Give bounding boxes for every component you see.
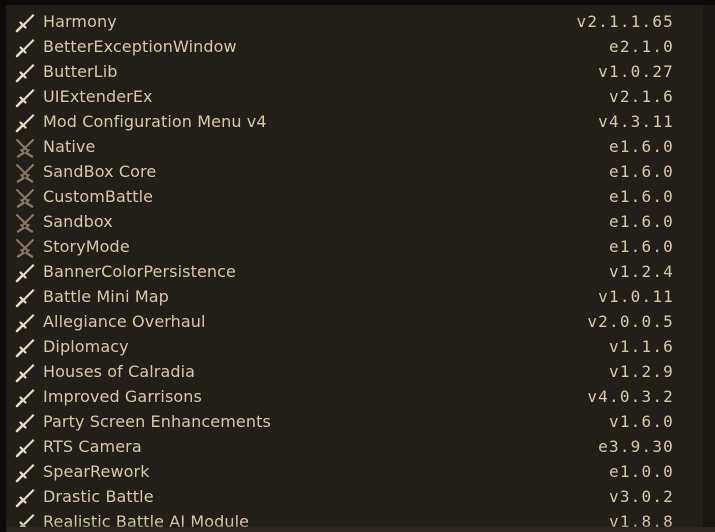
mod-version: e3.9.30 — [598, 437, 674, 456]
mod-name: SpearRework — [43, 462, 150, 481]
crossed-swords-icon — [14, 212, 36, 234]
mod-version: v2.1.6 — [609, 87, 674, 106]
crossed-swords-icon — [14, 137, 36, 159]
mod-version: v3.0.2 — [609, 487, 674, 506]
mod-name: Drastic Battle — [43, 487, 154, 506]
mod-row[interactable]: Drastic Battle v3.0.2 — [12, 485, 702, 510]
mod-name: Battle Mini Map — [43, 287, 169, 306]
sword-icon — [14, 62, 36, 84]
mod-row[interactable]: CustomBattle e1.6.0 — [12, 185, 702, 210]
mod-list: Harmony v2.1.1.65 BetterExceptionWindow e2.… — [12, 10, 702, 532]
mod-name: Diplomacy — [43, 337, 129, 356]
mod-row[interactable]: SpearRework e1.0.0 — [12, 460, 702, 485]
mod-version: v1.0.27 — [598, 62, 674, 81]
sword-icon — [14, 112, 36, 134]
mod-version: e2.1.0 — [609, 37, 674, 56]
mod-name: StoryMode — [43, 237, 130, 256]
mod-row[interactable]: StoryMode e1.6.0 — [12, 235, 702, 260]
crossed-swords-icon — [14, 187, 36, 209]
mod-name: Native — [43, 137, 96, 156]
sword-icon — [14, 387, 36, 409]
mod-row[interactable]: Mod Configuration Menu v4 v4.3.11 — [12, 110, 702, 135]
mod-name: Sandbox — [43, 212, 113, 231]
mod-version: e1.6.0 — [609, 162, 674, 181]
mod-name: RTS Camera — [43, 437, 142, 456]
mod-name: ButterLib — [43, 62, 118, 81]
mod-name: Harmony — [43, 12, 117, 31]
mod-list-panel: Harmony v2.1.1.65 BetterExceptionWindow e2.… — [6, 5, 709, 532]
mod-row[interactable]: SandBox Core e1.6.0 — [12, 160, 702, 185]
sword-icon — [14, 87, 36, 109]
sword-icon — [14, 312, 36, 334]
mod-name: Mod Configuration Menu v4 — [43, 112, 267, 131]
mod-row[interactable]: Native e1.6.0 — [12, 135, 702, 160]
mod-version: e1.6.0 — [609, 237, 674, 256]
mod-version: v1.0.11 — [598, 287, 674, 306]
mod-name: BannerColorPersistence — [43, 262, 236, 281]
mod-version: e1.6.0 — [609, 212, 674, 231]
mod-name: BetterExceptionWindow — [43, 37, 237, 56]
crossed-swords-icon — [14, 237, 36, 259]
mod-version: v1.2.4 — [609, 262, 674, 281]
mod-row[interactable]: BetterExceptionWindow e2.1.0 — [12, 35, 702, 60]
mod-row[interactable]: UIExtenderEx v2.1.6 — [12, 85, 702, 110]
mod-list-window: Harmony v2.1.1.65 BetterExceptionWindow e2.… — [0, 0, 715, 532]
sword-icon — [14, 337, 36, 359]
mod-version: v1.2.9 — [609, 362, 674, 381]
mod-version: e1.6.0 — [609, 137, 674, 156]
sword-icon — [14, 437, 36, 459]
mod-version: e1.0.0 — [609, 462, 674, 481]
mod-row[interactable]: Improved Garrisons v4.0.3.2 — [12, 385, 702, 410]
mod-version: v2.0.0.5 — [587, 312, 674, 331]
mod-name: Allegiance Overhaul — [43, 312, 206, 331]
mod-version: e1.6.0 — [609, 187, 674, 206]
mod-name: CustomBattle — [43, 187, 154, 206]
mod-name: UIExtenderEx — [43, 87, 153, 106]
bottom-edge — [6, 527, 715, 532]
mod-row[interactable]: BannerColorPersistence v1.2.4 — [12, 260, 702, 285]
mod-row[interactable]: Sandbox e1.6.0 — [12, 210, 702, 235]
mod-version: v1.6.0 — [609, 412, 674, 431]
mod-row[interactable]: Diplomacy v1.1.6 — [12, 335, 702, 360]
mod-name: Party Screen Enhancements — [43, 412, 271, 431]
scrollbar[interactable] — [703, 5, 715, 532]
mod-name: Houses of Calradia — [43, 362, 196, 381]
mod-row[interactable]: Party Screen Enhancements v1.6.0 — [12, 410, 702, 435]
mod-name: SandBox Core — [43, 162, 157, 181]
sword-icon — [14, 462, 36, 484]
sword-icon — [14, 12, 36, 34]
crossed-swords-icon — [14, 162, 36, 184]
mod-row[interactable]: ButterLib v1.0.27 — [12, 60, 702, 85]
mod-row[interactable]: Harmony v2.1.1.65 — [12, 10, 702, 35]
mod-row[interactable]: Houses of Calradia v1.2.9 — [12, 360, 702, 385]
mod-version: v4.3.11 — [598, 112, 674, 131]
mod-row[interactable]: RTS Camera e3.9.30 — [12, 435, 702, 460]
sword-icon — [14, 362, 36, 384]
mod-row[interactable]: Battle Mini Map v1.0.11 — [12, 285, 702, 310]
sword-icon — [14, 37, 36, 59]
sword-icon — [14, 287, 36, 309]
sword-icon — [14, 487, 36, 509]
mod-row[interactable]: Allegiance Overhaul v2.0.0.5 — [12, 310, 702, 335]
sword-icon — [14, 412, 36, 434]
mod-version: v2.1.1.65 — [576, 12, 674, 31]
mod-name: Improved Garrisons — [43, 387, 202, 406]
mod-version: v1.1.6 — [609, 337, 674, 356]
mod-version: v4.0.3.2 — [587, 387, 674, 406]
sword-icon — [14, 262, 36, 284]
